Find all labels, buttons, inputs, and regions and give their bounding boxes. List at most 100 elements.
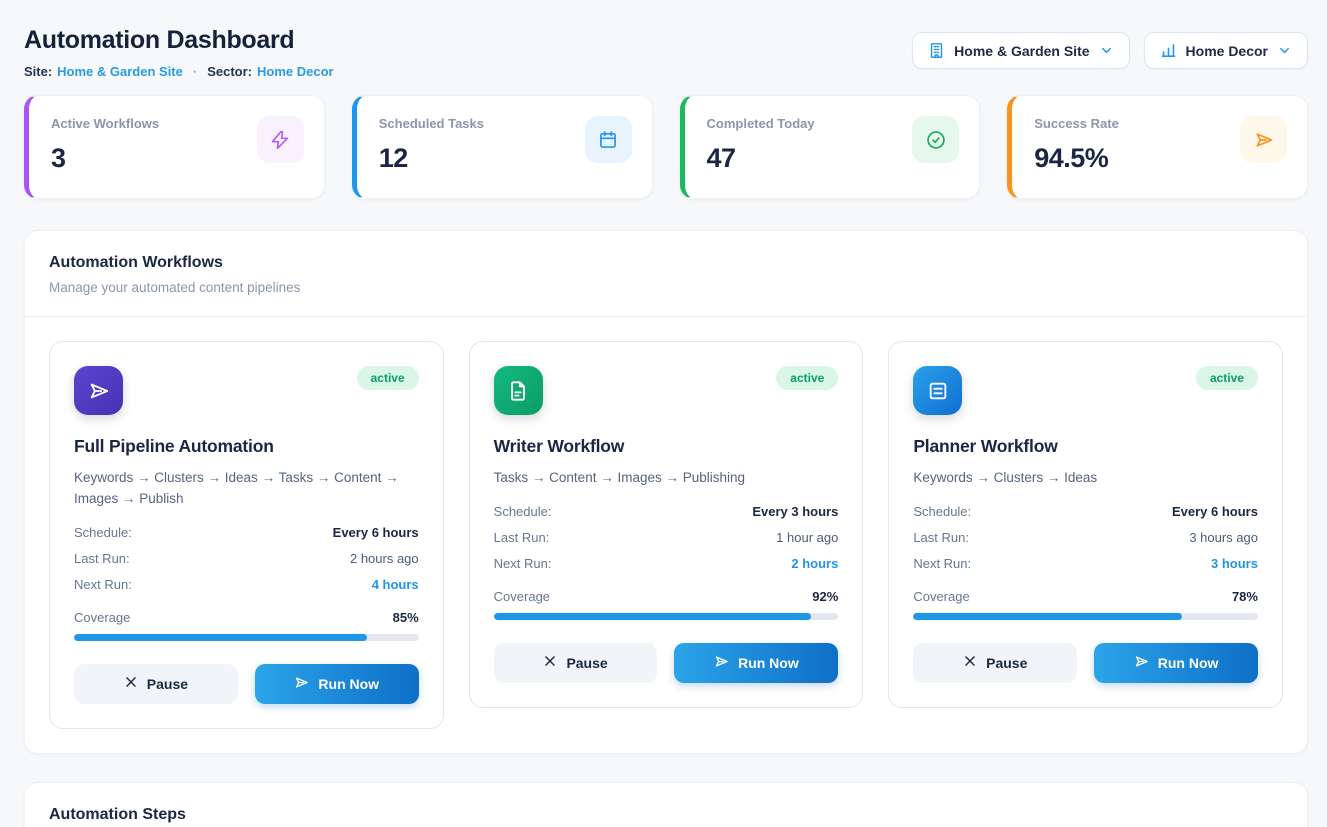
- next-run-value: 4 hours: [372, 577, 419, 592]
- schedule-value: Every 3 hours: [752, 504, 838, 519]
- schedule-label: Schedule:: [494, 504, 552, 519]
- status-badge: active: [776, 366, 838, 390]
- send-icon: [294, 675, 309, 693]
- next-run-label: Next Run:: [494, 556, 552, 571]
- status-badge: active: [357, 366, 419, 390]
- workflow-title: Full Pipeline Automation: [74, 436, 419, 457]
- workflows-grid: active Full Pipeline Automation Keywords…: [25, 317, 1307, 753]
- stats-row: Active Workflows 3 Scheduled Tasks 12 Co…: [24, 95, 1308, 199]
- coverage-label: Coverage: [494, 589, 550, 604]
- coverage-progress-fill: [913, 613, 1182, 620]
- run-now-button[interactable]: Run Now: [255, 664, 419, 704]
- workflow-title: Planner Workflow: [913, 436, 1258, 457]
- coverage-progress-fill: [74, 634, 367, 641]
- schedule-label: Schedule:: [913, 504, 971, 519]
- automation-workflows-panel: Automation Workflows Manage your automat…: [24, 230, 1308, 754]
- run-now-button[interactable]: Run Now: [674, 643, 838, 683]
- workflow-card-full-pipeline: active Full Pipeline Automation Keywords…: [49, 341, 444, 729]
- topbar-controls: Home & Garden Site Home Decor: [912, 32, 1308, 69]
- stat-value: 3: [51, 143, 159, 174]
- stat-value: 47: [707, 143, 815, 174]
- x-icon: [963, 654, 977, 671]
- sector-selector-dropdown[interactable]: Home Decor: [1144, 32, 1308, 69]
- site-selector-label: Home & Garden Site: [954, 43, 1089, 59]
- panel-title: Automation Workflows: [49, 254, 1283, 272]
- site-label: Site:: [24, 64, 52, 79]
- next-run-label: Next Run:: [74, 577, 132, 592]
- zap-icon: [257, 116, 304, 163]
- x-icon: [543, 654, 557, 671]
- stat-value: 94.5%: [1034, 143, 1119, 174]
- coverage-progress-bar: [913, 613, 1258, 620]
- pause-button[interactable]: Pause: [74, 664, 238, 704]
- pause-button[interactable]: Pause: [494, 643, 658, 683]
- breadcrumb: Site: Home & Garden Site · Sector: Home …: [24, 64, 334, 79]
- coverage-progress-bar: [494, 613, 839, 620]
- coverage-progress-bar: [74, 634, 419, 641]
- last-run-value: 1 hour ago: [776, 530, 838, 545]
- sector-selector-label: Home Decor: [1186, 43, 1268, 59]
- workflow-card-writer: active Writer Workflow Tasks → Content →…: [469, 341, 864, 708]
- x-icon: [124, 675, 138, 692]
- schedule-value: Every 6 hours: [1172, 504, 1258, 519]
- coverage-progress-fill: [494, 613, 811, 620]
- workflow-pipeline: Keywords → Clusters → Ideas → Tasks → Co…: [74, 468, 419, 510]
- bar-chart-icon: [1160, 42, 1177, 59]
- page-title: Automation Dashboard: [24, 26, 334, 55]
- stat-value: 12: [379, 143, 484, 174]
- coverage-label: Coverage: [913, 589, 969, 604]
- sector-link[interactable]: Home Decor: [257, 64, 334, 79]
- pause-button-label: Pause: [147, 676, 188, 692]
- run-now-button[interactable]: Run Now: [1094, 643, 1258, 683]
- panel-title: Automation Steps: [49, 806, 1283, 824]
- send-icon: [1240, 116, 1287, 163]
- sector-label: Sector:: [207, 64, 252, 79]
- workflow-title: Writer Workflow: [494, 436, 839, 457]
- next-run-value: 3 hours: [1211, 556, 1258, 571]
- stat-card-success-rate: Success Rate 94.5%: [1007, 95, 1308, 199]
- site-selector-dropdown[interactable]: Home & Garden Site: [912, 32, 1129, 69]
- coverage-value: 85%: [393, 610, 419, 625]
- next-run-label: Next Run:: [913, 556, 971, 571]
- coverage-label: Coverage: [74, 610, 130, 625]
- last-run-label: Last Run:: [74, 551, 130, 566]
- panel-subtitle: Manage your automated content pipelines: [49, 280, 1283, 295]
- last-run-label: Last Run:: [494, 530, 550, 545]
- schedule-value: Every 6 hours: [333, 525, 419, 540]
- stat-card-scheduled-tasks: Scheduled Tasks 12: [352, 95, 653, 199]
- check-circle-icon: [912, 116, 959, 163]
- run-now-button-label: Run Now: [318, 676, 379, 692]
- last-run-label: Last Run:: [913, 530, 969, 545]
- topbar-left: Automation Dashboard Site: Home & Garden…: [24, 24, 334, 79]
- stat-card-active-workflows: Active Workflows 3: [24, 95, 325, 199]
- send-icon: [1134, 654, 1149, 672]
- run-now-button-label: Run Now: [1158, 655, 1219, 671]
- stat-label: Active Workflows: [51, 116, 159, 131]
- topbar: Automation Dashboard Site: Home & Garden…: [24, 24, 1308, 79]
- status-badge: active: [1196, 366, 1258, 390]
- run-now-button-label: Run Now: [738, 655, 799, 671]
- stat-label: Scheduled Tasks: [379, 116, 484, 131]
- pause-button-label: Pause: [566, 655, 607, 671]
- pause-button-label: Pause: [986, 655, 1027, 671]
- separator-dot: ·: [193, 64, 197, 79]
- chevron-down-icon: [1099, 43, 1114, 58]
- next-run-value: 2 hours: [791, 556, 838, 571]
- file-text-icon: [494, 366, 543, 415]
- send-icon: [74, 366, 123, 415]
- list-box-icon: [913, 366, 962, 415]
- calendar-icon: [585, 116, 632, 163]
- schedule-label: Schedule:: [74, 525, 132, 540]
- pause-button[interactable]: Pause: [913, 643, 1077, 683]
- stat-card-completed-today: Completed Today 47: [680, 95, 981, 199]
- site-link[interactable]: Home & Garden Site: [57, 64, 183, 79]
- last-run-value: 2 hours ago: [350, 551, 419, 566]
- coverage-value: 78%: [1232, 589, 1258, 604]
- coverage-value: 92%: [812, 589, 838, 604]
- send-icon: [714, 654, 729, 672]
- workflow-pipeline: Tasks → Content → Images → Publishing: [494, 468, 839, 489]
- steps-panel-header: Automation Steps Configure which steps a…: [25, 783, 1307, 827]
- workflow-card-planner: active Planner Workflow Keywords → Clust…: [888, 341, 1283, 708]
- chevron-down-icon: [1277, 43, 1292, 58]
- last-run-value: 3 hours ago: [1189, 530, 1258, 545]
